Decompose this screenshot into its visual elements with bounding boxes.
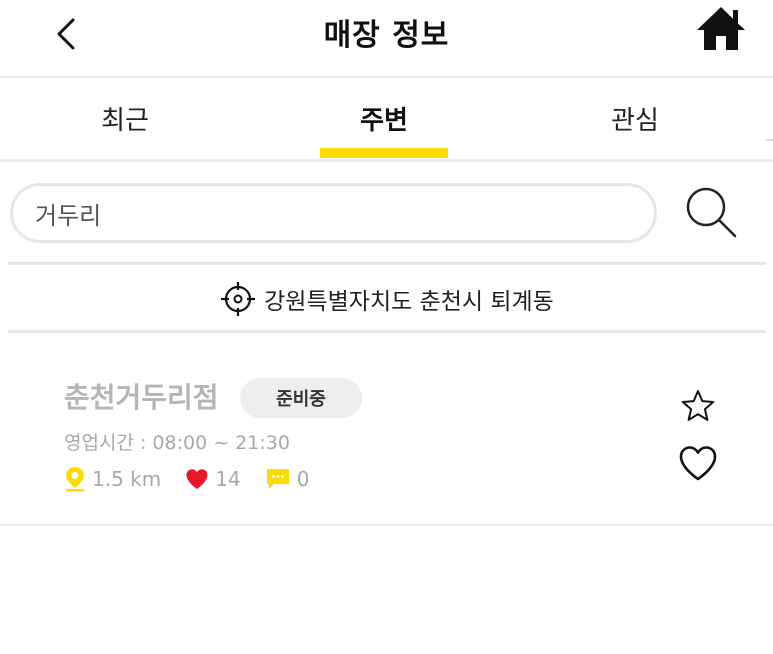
location-label: 강원특별자치도 춘천시 퇴계동 [264,289,554,315]
search-input[interactable] [35,196,625,230]
likes-info: 14 [185,467,241,491]
comments-info: 0 [265,467,310,491]
current-location-row[interactable]: 강원특별자치도 춘천시 퇴계동 [8,268,766,330]
status-badge: 준비중 [240,378,362,418]
comment-icon [266,469,289,489]
distance-value: 1.5 km [92,467,162,491]
star-outline-icon [681,390,715,421]
comments-count: 0 [296,467,310,491]
crosshair-icon [221,282,256,316]
home-button[interactable] [694,4,748,54]
business-hours: 영업시간 : 08:00 ~ 21:30 [64,432,290,454]
search-button[interactable] [682,185,740,241]
header-bar: 매장 정보 [0,0,773,76]
likes-count: 14 [215,467,241,491]
tab-edge-mark [766,139,773,141]
divider [8,330,766,333]
search-icon [686,187,737,238]
page-title: 매장 정보 [323,18,450,53]
store-card[interactable]: 춘천거두리점 준비중 영업시간 : 08:00 ~ 21:30 1.5 km 1… [0,336,773,526]
active-tab-indicator [320,148,448,158]
favorite-star-button[interactable] [680,388,716,424]
heart-filled-icon [186,469,208,489]
tab-nearby[interactable]: 주변 [320,100,448,137]
divider [8,262,766,265]
like-heart-button[interactable] [678,444,718,484]
tab-favorite[interactable]: 관심 [580,100,690,137]
heart-outline-icon [679,446,717,481]
store-name: 춘천거두리점 [64,381,219,414]
home-icon [697,7,745,50]
tabs-divider [0,159,773,162]
tab-recent[interactable]: 최근 [70,100,180,137]
map-pin-icon [66,467,84,492]
search-field[interactable] [10,183,657,243]
distance-info: 1.5 km [64,465,161,493]
store-meta: 1.5 km 14 0 [64,464,333,494]
